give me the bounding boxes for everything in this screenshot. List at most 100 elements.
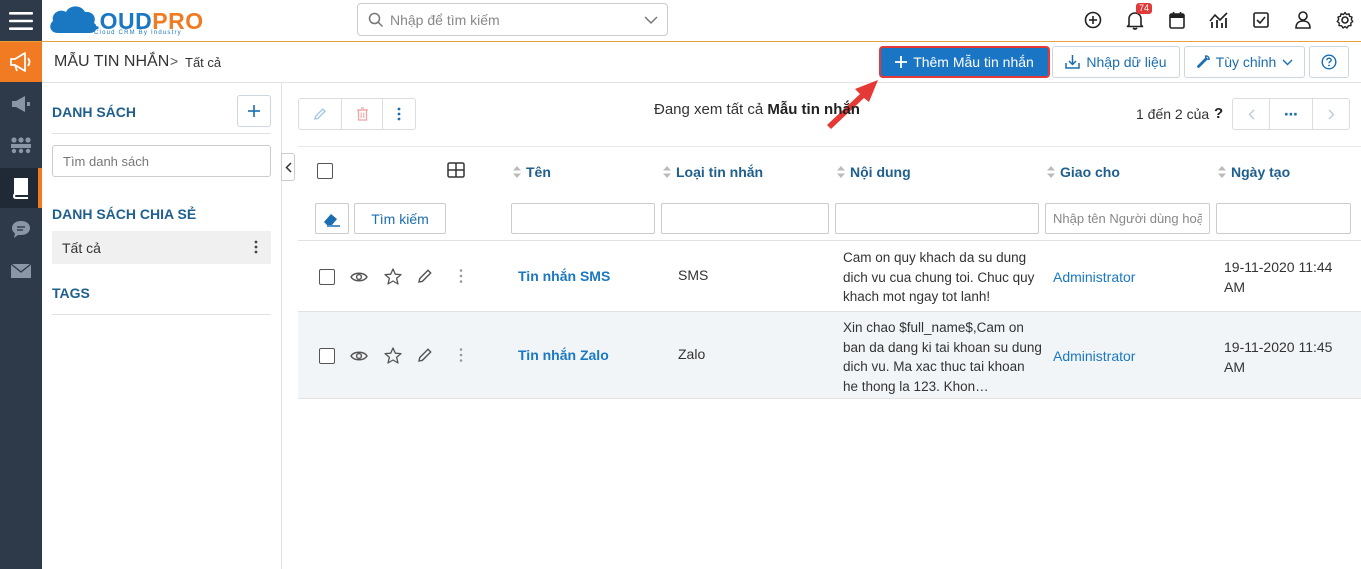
- more-vertical-icon[interactable]: [254, 240, 258, 254]
- add-template-button[interactable]: Thêm Mẫu tin nhắn: [879, 46, 1050, 78]
- row-checkbox[interactable]: [319, 269, 335, 285]
- page-header: MẪU TIN NHẮN > Tất cả Thêm Mẫu tin nhắn …: [42, 42, 1361, 83]
- collapse-panel-button[interactable]: [281, 153, 295, 181]
- list-search-input[interactable]: [63, 152, 258, 170]
- notification-badge: 74: [1136, 3, 1153, 14]
- sidebar-item-chat[interactable]: [0, 210, 42, 248]
- sidebar-item-email[interactable]: [0, 252, 42, 290]
- filter-created-input[interactable]: [1217, 204, 1350, 233]
- chevron-left-icon: [1248, 109, 1254, 119]
- menu-icon[interactable]: [0, 0, 42, 41]
- column-label: Loại tin nhắn: [676, 164, 764, 180]
- pencil-icon[interactable]: [415, 266, 435, 286]
- chevron-down-icon: [1282, 59, 1293, 65]
- column-label: Ngày tạo: [1231, 164, 1291, 180]
- eye-icon[interactable]: [349, 267, 369, 287]
- table-row[interactable]: Tin nhắn SMS SMS Cam on quy khach da su …: [298, 240, 1361, 312]
- row-checkbox[interactable]: [319, 348, 335, 364]
- calendar-icon[interactable]: [1166, 9, 1188, 31]
- divider: [52, 314, 271, 315]
- gear-icon[interactable]: [1334, 9, 1356, 31]
- select-all-checkbox[interactable]: [317, 163, 333, 179]
- column-header-name[interactable]: Tên: [513, 164, 551, 180]
- top-bar: CLOUDPRO Cloud CRM By Industry 74: [0, 0, 1361, 42]
- list-item-all[interactable]: Tất cả: [52, 231, 271, 264]
- more-vertical-icon[interactable]: [451, 345, 471, 365]
- page-title[interactable]: MẪU TIN NHẮN: [54, 53, 169, 71]
- shared-list-title: DANH SÁCH CHIA SẺ: [52, 206, 197, 222]
- star-icon[interactable]: [383, 266, 403, 286]
- edit-button[interactable]: [298, 98, 342, 130]
- next-page-button[interactable]: [1312, 98, 1350, 130]
- pencil-icon[interactable]: [415, 345, 435, 365]
- column-label: Nội dung: [850, 164, 911, 180]
- column-settings-icon[interactable]: [447, 162, 465, 178]
- filter-name[interactable]: [511, 203, 655, 234]
- sort-icon: [1047, 166, 1055, 178]
- cell-assigned[interactable]: Administrator: [1053, 348, 1135, 364]
- clear-filter-button[interactable]: [315, 203, 349, 234]
- column-header-content[interactable]: Nội dung: [837, 164, 911, 180]
- eye-icon[interactable]: [349, 346, 369, 366]
- tags-title: TAGS: [52, 285, 90, 301]
- sidebar-item-marketing[interactable]: [0, 42, 42, 82]
- cell-name[interactable]: Tin nhắn Zalo: [518, 347, 609, 363]
- sidebar-item-templates[interactable]: [0, 168, 42, 208]
- pager-help[interactable]: ?: [1214, 105, 1223, 122]
- cell-type: Zalo: [678, 346, 706, 362]
- logo[interactable]: CLOUDPRO Cloud CRM By Industry: [48, 3, 208, 37]
- sidebar-item-customers[interactable]: [0, 127, 42, 165]
- sort-icon: [1218, 166, 1226, 178]
- sort-icon: [513, 166, 521, 178]
- help-icon: [1321, 54, 1337, 70]
- more-actions-button[interactable]: [382, 98, 416, 130]
- eraser-icon: [324, 213, 340, 227]
- column-label: Tên: [526, 164, 551, 180]
- search-button[interactable]: Tìm kiếm: [354, 203, 446, 234]
- filter-type[interactable]: [661, 203, 829, 234]
- chevron-down-icon[interactable]: [644, 16, 658, 25]
- filter-created[interactable]: [1216, 203, 1351, 234]
- megaphone-icon: [10, 52, 31, 72]
- filter-assigned[interactable]: [1045, 203, 1210, 234]
- sort-icon: [663, 166, 671, 178]
- delete-button[interactable]: [341, 98, 383, 130]
- cell-content: Xin chao $full_name$,Cam on ban da dang …: [843, 320, 1042, 394]
- more-vertical-icon[interactable]: [451, 266, 471, 286]
- sort-icon: [837, 166, 845, 178]
- customize-button[interactable]: Tùy chỉnh: [1184, 46, 1305, 78]
- filter-assigned-input[interactable]: [1046, 204, 1209, 233]
- search-input[interactable]: [390, 10, 630, 30]
- import-button[interactable]: Nhập dữ liệu: [1052, 46, 1180, 78]
- add-list-button[interactable]: [237, 95, 271, 127]
- cell-name[interactable]: Tin nhắn SMS: [518, 268, 610, 284]
- prev-page-button[interactable]: [1232, 98, 1270, 130]
- help-button[interactable]: [1309, 46, 1349, 78]
- cell-type: SMS: [678, 267, 709, 283]
- viewing-prefix: Đang xem tất cả: [654, 101, 768, 118]
- add-circle-icon[interactable]: [1082, 9, 1104, 31]
- global-search[interactable]: [357, 3, 668, 36]
- filter-content[interactable]: [835, 203, 1039, 234]
- trash-icon: [356, 107, 368, 121]
- filter-name-input[interactable]: [512, 204, 654, 233]
- add-template-label: Thêm Mẫu tin nhắn: [913, 54, 1034, 70]
- list-search[interactable]: [52, 145, 271, 177]
- chart-icon[interactable]: [1208, 9, 1230, 31]
- book-icon: [12, 178, 28, 199]
- list-title: DANH SÁCH: [52, 104, 136, 120]
- sidebar-item-campaigns[interactable]: [0, 85, 42, 123]
- column-header-assigned[interactable]: Giao cho: [1047, 164, 1120, 180]
- user-icon[interactable]: [1292, 9, 1314, 31]
- page-more-button[interactable]: ⋯: [1269, 98, 1313, 130]
- column-header-type[interactable]: Loại tin nhắn: [663, 164, 763, 180]
- customize-label: Tùy chỉnh: [1215, 54, 1277, 70]
- checkbox-icon[interactable]: [1250, 9, 1272, 31]
- cell-assigned[interactable]: Administrator: [1053, 269, 1135, 285]
- column-header-created[interactable]: Ngày tạo: [1218, 164, 1290, 180]
- star-icon[interactable]: [383, 345, 403, 365]
- filter-content-input[interactable]: [836, 204, 1038, 233]
- table-row[interactable]: Tin nhắn Zalo Zalo Xin chao $full_name$,…: [298, 311, 1361, 399]
- filter-type-input[interactable]: [662, 204, 828, 233]
- chevron-right-icon: [1328, 109, 1334, 119]
